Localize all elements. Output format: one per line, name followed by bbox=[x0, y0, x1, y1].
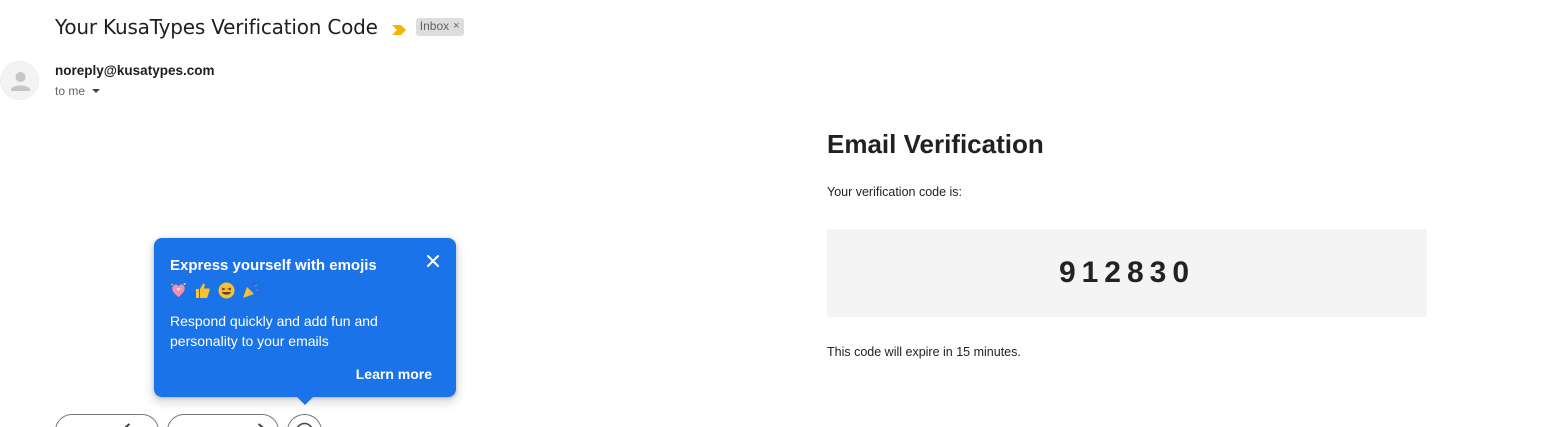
recipient-details[interactable]: to me bbox=[55, 84, 101, 98]
email-view: Your KusaTypes Verification Code Inbox ×… bbox=[0, 0, 1561, 427]
subject-row: Your KusaTypes Verification Code Inbox × bbox=[55, 12, 464, 42]
importance-marker-icon[interactable] bbox=[391, 22, 406, 35]
person-icon bbox=[11, 72, 30, 91]
sender-avatar[interactable] bbox=[0, 61, 39, 100]
emoji-row bbox=[169, 281, 260, 300]
verification-code-box: 912830 bbox=[827, 229, 1427, 317]
learn-more-link[interactable]: Learn more bbox=[356, 366, 432, 382]
recipient-label: to me bbox=[55, 84, 86, 98]
email-subject: Your KusaTypes Verification Code bbox=[55, 15, 378, 39]
close-icon[interactable] bbox=[424, 252, 442, 270]
smiley-icon bbox=[296, 422, 313, 427]
grinning-squinting-face-icon bbox=[217, 281, 236, 300]
reply-button[interactable] bbox=[55, 414, 159, 427]
verification-intro: Your verification code is: bbox=[827, 185, 963, 199]
sparkling-heart-icon bbox=[169, 281, 188, 300]
verification-heading: Email Verification bbox=[827, 129, 1044, 159]
emoji-reaction-button[interactable] bbox=[287, 414, 322, 427]
verification-code: 912830 bbox=[1058, 256, 1196, 289]
chevron-down-icon[interactable] bbox=[92, 89, 101, 93]
tooltip-title: Express yourself with emojis bbox=[170, 257, 377, 274]
expiry-notice: This code will expire in 15 minutes. bbox=[827, 345, 1021, 359]
party-popper-icon bbox=[241, 281, 260, 300]
thumbs-up-icon bbox=[193, 281, 212, 300]
forward-button[interactable] bbox=[167, 414, 279, 427]
sender-email[interactable]: noreply@kusatypes.com bbox=[55, 63, 214, 78]
inbox-label-chip[interactable]: Inbox × bbox=[415, 18, 464, 36]
remove-label-icon[interactable]: × bbox=[453, 19, 459, 34]
tooltip-description: Respond quickly and add fun and personal… bbox=[170, 313, 378, 349]
emoji-promo-tooltip: Express yourself with emojis Respond qui… bbox=[154, 238, 456, 405]
inbox-label-text: Inbox bbox=[419, 19, 450, 33]
